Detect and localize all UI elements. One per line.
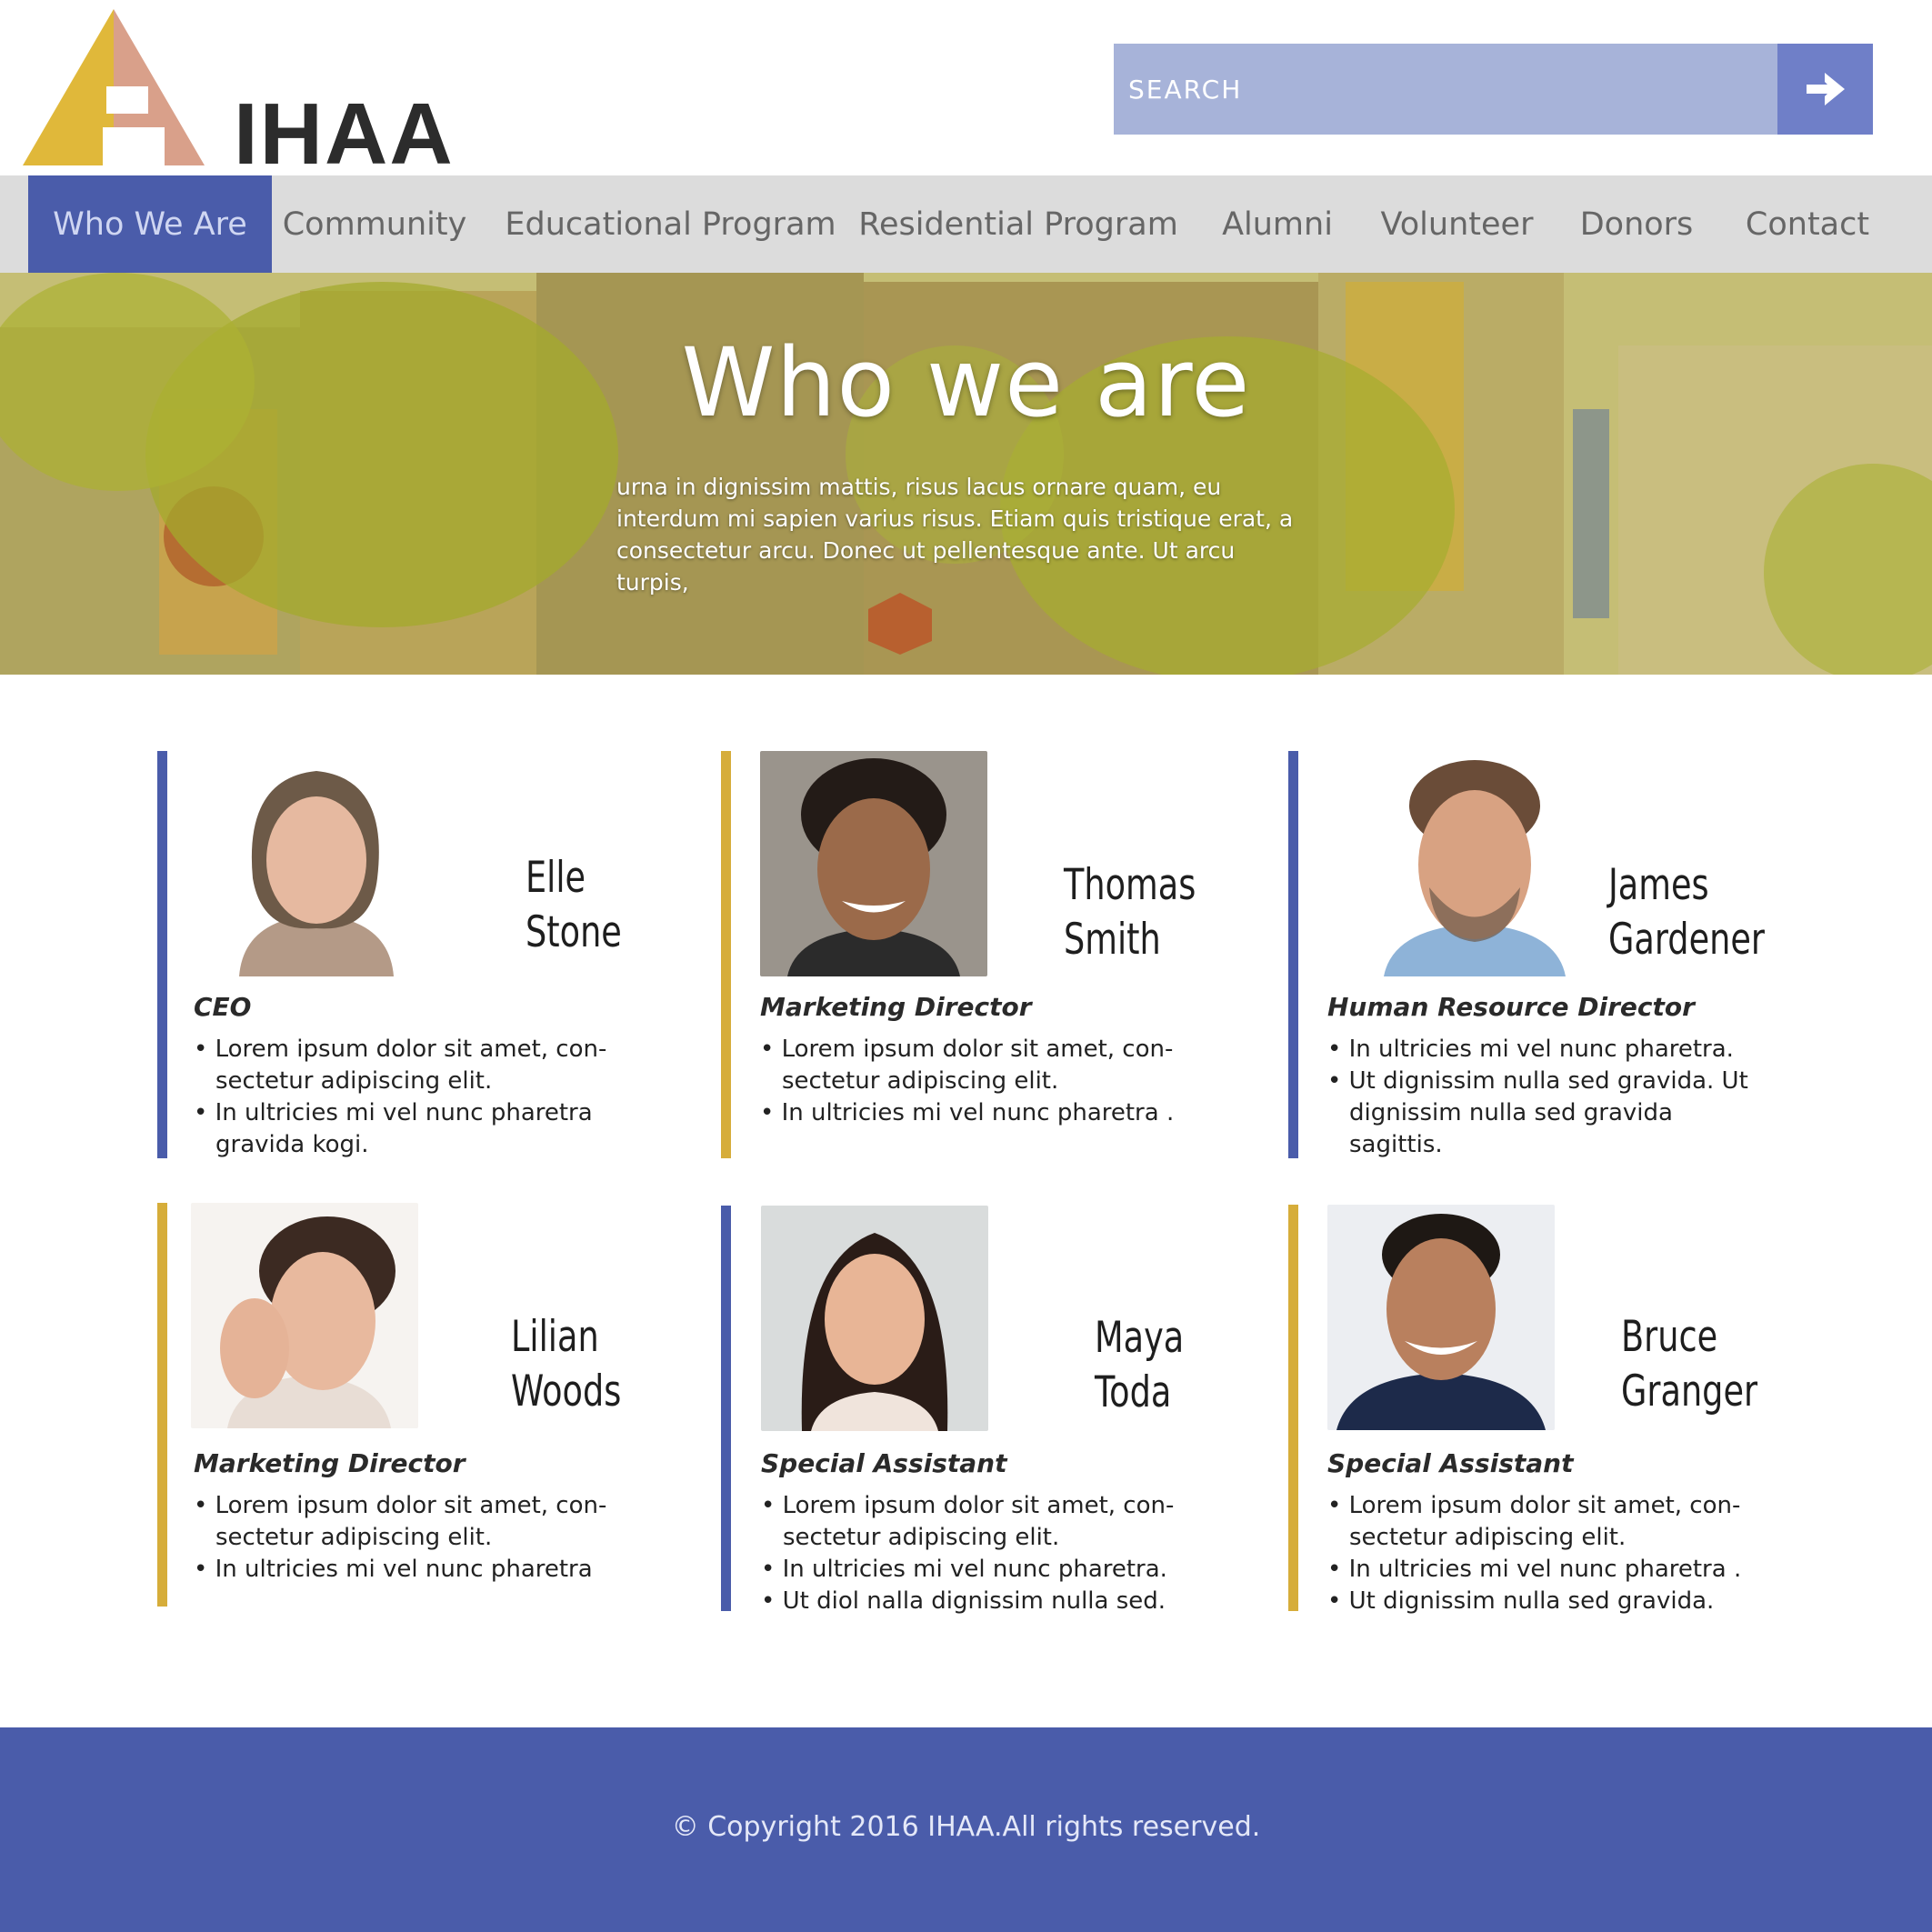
person-role: CEO [194,992,252,1022]
bullet-item: • In ultricies mi vel nunc pharetra grav… [194,1099,593,1158]
person-name: Bruce Granger [1621,1312,1758,1416]
bullet-item: • Lorem ipsum dolor sit amet, con-sectet… [1327,1492,1741,1551]
card-accent-bar [1288,751,1298,1158]
team-card-elle-stone: Elle Stone CEO • Lorem ipsum dolor sit am… [157,751,666,1158]
nav-item-educational-program[interactable]: Educational Program [505,175,836,273]
bullet-item: • Lorem ipsum dolor sit amet, con-sectet… [760,1036,1174,1095]
bullet-item: • In ultricies mi vel nunc pharetra. [1327,1036,1734,1063]
card-accent-bar [721,751,731,1158]
nav-item-community[interactable]: Community [283,175,467,273]
team-card-thomas-smith: Thomas Smith Marketing Director • Lorem i… [721,751,1230,1158]
person-bullets: • Lorem ipsum dolor sit amet, con-sectet… [194,1490,621,1586]
person-bullets: • Lorem ipsum dolor sit amet, con-sectet… [194,1034,621,1161]
bullet-item: • In ultricies mi vel nunc pharetra . [1327,1556,1742,1583]
person-bullets: • Lorem ipsum dolor sit amet, con-sectet… [1327,1490,1755,1617]
site-logo[interactable]: IHAA [23,9,453,180]
team-card-bruce-granger: Bruce Granger Special Assistant • Lorem i… [1288,1205,1797,1615]
team-card-maya-toda: Maya Toda Special Assistant • Lorem ipsum… [721,1206,1230,1615]
person-photo [761,1206,988,1431]
person-role: Human Resource Director [1327,992,1695,1022]
person-name: James Gardener [1608,860,1765,965]
card-accent-bar [157,751,167,1158]
search-submit-button[interactable] [1777,44,1873,135]
hero-banner: Who we are urna in dignissim mattis, ris… [0,273,1932,675]
nav-item-who-we-are[interactable]: Who We Are [28,175,272,285]
nav-item-volunteer[interactable]: Volunteer [1381,175,1534,273]
person-bullets: • Lorem ipsum dolor sit amet, con-sectet… [760,1034,1187,1129]
person-name: Lilian Woods [511,1312,622,1416]
bullet-item: • Ut diol nalla dignissim nulla sed. [761,1587,1166,1615]
nav-item-alumni[interactable]: Alumni [1218,175,1336,273]
person-role: Marketing Director [760,992,1032,1022]
arrow-right-icon [1806,73,1845,105]
search-input[interactable] [1114,44,1777,135]
person-photo [1361,751,1588,976]
person-photo [203,751,430,976]
person-role: Special Assistant [761,1448,1007,1478]
team-card-james-gardener: James Gardener Human Resource Director • … [1288,751,1797,1158]
bullet-item: • Ut dignissim nulla sed gravida. Ut dig… [1327,1067,1748,1158]
main-nav: Who We Are Community Educational Program… [0,175,1932,285]
person-role: Marketing Director [194,1448,465,1478]
person-role: Special Assistant [1327,1448,1574,1478]
bullet-item: • In ultricies mi vel nunc pharetra . [760,1099,1175,1126]
bullet-item: • Ut dignissim nulla sed gravida. [1327,1587,1715,1615]
nav-item-residential-program[interactable]: Residential Program [858,175,1178,273]
person-name: Maya Toda [1095,1313,1185,1417]
bullet-item: • Lorem ipsum dolor sit amet, con-sectet… [761,1492,1175,1551]
person-photo [191,1203,418,1428]
team-card-lilian-woods: Lilian Woods Marketing Director • Lorem i… [157,1203,666,1607]
copyright-text: © Copyright 2016 IHAA.All rights reserve… [671,1811,1261,1843]
person-bullets: • Lorem ipsum dolor sit amet, con-sectet… [761,1490,1188,1617]
site-header: IHAA [0,0,1932,180]
person-bullets: • In ultricies mi vel nunc pharetra. • U… [1327,1034,1755,1161]
card-accent-bar [157,1203,167,1607]
nav-item-donors[interactable]: Donors [1577,175,1696,273]
hero-description: urna in dignissim mattis, risus lacus or… [616,474,1294,596]
person-name: Thomas Smith [1064,860,1196,965]
bullet-item: • Lorem ipsum dolor sit amet, con-sectet… [194,1492,607,1551]
bullet-item: • In ultricies mi vel nunc pharetra. [761,1556,1167,1583]
search-bar [1114,44,1873,135]
nav-item-contact[interactable]: Contact [1744,175,1871,273]
person-photo [1327,1205,1555,1430]
person-photo [760,751,987,976]
person-name: Elle Stone [526,853,622,957]
bullet-item: • Lorem ipsum dolor sit amet, con-sectet… [194,1036,607,1095]
card-accent-bar [1288,1205,1298,1611]
site-footer: © Copyright 2016 IHAA.All rights reserve… [0,1727,1932,1932]
hero-title: Who we are [681,327,1251,438]
logo-wordmark: IHAA [234,85,455,183]
bullet-item: • In ultricies mi vel nunc pharetra [194,1556,593,1583]
card-accent-bar [721,1206,731,1611]
